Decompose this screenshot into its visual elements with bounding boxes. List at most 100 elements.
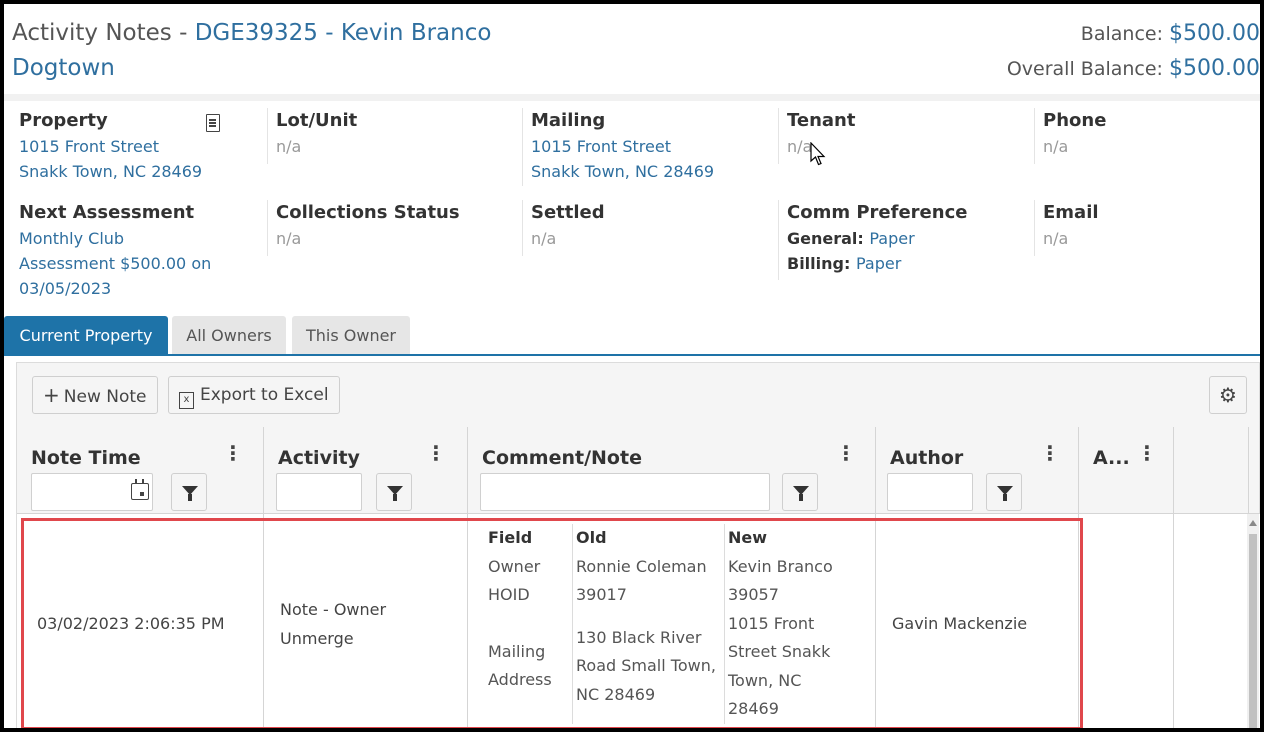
old-address-line1: 130 Black River (576, 627, 702, 647)
settled-label: Settled (531, 202, 605, 223)
new-address-line4: 28469 (728, 699, 779, 718)
tab-current-property[interactable]: Current Property (4, 316, 168, 355)
balance-label: Balance: (1080, 23, 1170, 45)
new-address-line3: Town, NC (728, 670, 802, 690)
activity-header: Activity (278, 447, 360, 469)
page-title: Activity Notes - DGE39325 - Kevin Branco (12, 20, 491, 46)
comm-preference-info: Comm Preference General: Paper Billing: … (778, 200, 1028, 280)
column-activity[interactable]: Activity ⋮ (264, 427, 468, 513)
general-pref-value[interactable]: Paper (869, 229, 914, 248)
property-address-line2[interactable]: Snakk Town, NC 28469 (19, 159, 269, 184)
export-excel-button[interactable]: x Export to Excel (168, 376, 340, 414)
next-assessment-info: Next Assessment Monthly Club Assessment … (19, 200, 269, 301)
cell-activity: Note - Owner Unmerge (264, 514, 468, 728)
general-pref-label: General: (787, 229, 870, 248)
mailing-address-line2[interactable]: Snakk Town, NC 28469 (531, 159, 772, 184)
email-label: Email (1043, 202, 1099, 223)
column-comment[interactable]: Comment/Note ⋮ (468, 427, 876, 513)
collections-status-value: n/a (276, 229, 302, 248)
gear-icon[interactable]: ⚙ (1209, 376, 1247, 414)
kebab-icon[interactable]: ⋮ (836, 441, 856, 465)
calendar-icon[interactable] (131, 479, 149, 500)
new-address-line1: 1015 Front (728, 613, 815, 633)
owner-link[interactable]: DGE39325 - Kevin Branco (195, 20, 492, 46)
table-row[interactable]: 03/02/2023 2:06:35 PM Note - Owner Unmer… (17, 514, 1260, 728)
tab-underline (4, 354, 1260, 356)
tab-this-owner[interactable]: This Owner (292, 316, 410, 355)
kebab-icon[interactable]: ⋮ (426, 441, 446, 465)
author-header: Author (890, 447, 964, 469)
property-info: Property 1015 Front Street Snakk Town, N… (19, 108, 269, 184)
old-header: Old (576, 528, 607, 547)
notes-grid: + New Note x Export to Excel ⚙ Note Time ⋮… (16, 362, 1260, 728)
field-address: Address (488, 670, 552, 689)
property-address-line1[interactable]: 1015 Front Street (19, 134, 269, 159)
next-assessment-line2[interactable]: Assessment $500.00 on (19, 251, 269, 276)
a-header: A... (1093, 447, 1130, 469)
comment-header: Comment/Note (482, 447, 642, 469)
column-extra (1174, 427, 1249, 513)
filter-icon (182, 486, 198, 501)
new-hoid: 39057 (728, 585, 779, 604)
title-prefix: Activity Notes - (12, 20, 195, 46)
kebab-icon[interactable]: ⋮ (1040, 441, 1060, 465)
comment-filter-button[interactable] (782, 473, 818, 511)
filter-icon (793, 486, 809, 501)
filter-icon (387, 486, 403, 501)
settled-info: Settled n/a (522, 200, 772, 256)
changes-new-column: New Kevin Branco 39057 1015 Front Street… (728, 524, 833, 724)
vertical-scrollbar[interactable] (1247, 514, 1259, 728)
tab-all-owners[interactable]: All Owners (172, 316, 286, 355)
collections-status-info: Collections Status n/a (267, 200, 517, 256)
settled-value: n/a (531, 229, 557, 248)
mailing-address-line1[interactable]: 1015 Front Street (531, 134, 772, 159)
old-owner: Ronnie Coleman (576, 556, 707, 576)
overall-balance-value[interactable]: $500.00 (1169, 56, 1260, 81)
author-value: Gavin Mackenzie (892, 614, 1028, 633)
author-filter-button[interactable] (986, 473, 1022, 511)
new-note-label: New Note (63, 387, 147, 407)
comm-preference-label: Comm Preference (787, 202, 968, 223)
next-assessment-line1[interactable]: Monthly Club (19, 226, 269, 251)
scrollbar-thumb[interactable] (1249, 534, 1257, 728)
activity-line2: Unmerge (280, 629, 354, 648)
association-link[interactable]: Dogtown (12, 55, 115, 81)
balance-value[interactable]: $500.00 (1169, 21, 1260, 46)
new-owner: Kevin Branco (728, 556, 833, 576)
subtable-divider (724, 524, 725, 724)
next-assessment-label: Next Assessment (19, 202, 195, 223)
lot-unit-info: Lot/Unit n/a (267, 108, 517, 164)
cell-author: Gavin Mackenzie (876, 514, 1079, 728)
kebab-icon[interactable]: ⋮ (223, 441, 243, 465)
scroll-up-arrow-icon[interactable] (1249, 520, 1257, 526)
column-author[interactable]: Author ⋮ (876, 427, 1079, 513)
comment-filter-input[interactable] (480, 473, 770, 511)
lot-unit-label: Lot/Unit (276, 110, 358, 131)
activity-filter-button[interactable] (376, 473, 412, 511)
billing-pref-label: Billing: (787, 254, 856, 273)
document-icon[interactable] (206, 114, 220, 132)
billing-pref-value[interactable]: Paper (856, 254, 901, 273)
export-excel-label: Export to Excel (200, 385, 329, 405)
mouse-cursor-icon (810, 142, 826, 166)
lot-unit-value: n/a (276, 137, 302, 156)
author-filter-input[interactable] (887, 473, 973, 511)
activity-line1: Note - Owner (280, 600, 387, 619)
column-note-time[interactable]: Note Time ⋮ (17, 427, 264, 513)
note-time-filter-button[interactable] (171, 473, 207, 511)
activity-filter-input[interactable] (276, 473, 362, 511)
phone-info: Phone n/a (1034, 108, 1254, 164)
excel-icon: x (179, 392, 194, 409)
phone-value: n/a (1043, 137, 1069, 156)
changes-old-column: Old Ronnie Coleman 39017 130 Black River… (576, 524, 716, 709)
cell-a (1079, 514, 1174, 728)
plus-icon: + (43, 383, 60, 407)
column-a[interactable]: A... ⋮ (1079, 427, 1174, 513)
new-address-line2: Street Snakk (728, 642, 831, 661)
kebab-icon[interactable]: ⋮ (1137, 441, 1157, 465)
property-label: Property (19, 110, 108, 131)
cell-comment: Field Owner HOID Mailing Address Old Ron… (468, 514, 876, 728)
email-info: Email n/a (1034, 200, 1254, 256)
next-assessment-line3[interactable]: 03/05/2023 (19, 276, 269, 301)
new-note-button[interactable]: + New Note (32, 376, 158, 414)
